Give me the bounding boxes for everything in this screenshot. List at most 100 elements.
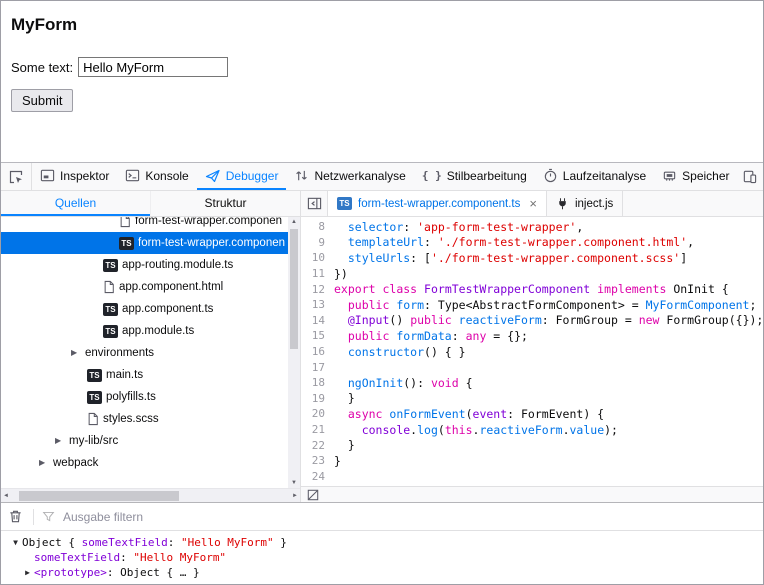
- line-number[interactable]: 24: [301, 470, 334, 483]
- toolbar-tab-stilbearbeitung[interactable]: { }Stilbearbeitung: [414, 163, 535, 190]
- tree-item-webpack[interactable]: ▶webpack: [1, 452, 300, 474]
- tree-item-environments[interactable]: ▶environments: [1, 342, 300, 364]
- collapse-sources-panel-icon[interactable]: [301, 191, 328, 216]
- editor-tab-label: inject.js: [575, 198, 613, 210]
- toolbar-tab-debugger[interactable]: Debugger: [197, 163, 287, 190]
- twisty-icon[interactable]: ▶: [71, 349, 81, 357]
- line-number[interactable]: 23: [301, 454, 334, 467]
- tree-item-polyfills-ts[interactable]: TSpolyfills.ts: [1, 386, 300, 408]
- debugger-panel: QuellenStruktur form-test-wrapper.compon…: [1, 191, 763, 502]
- toolbar-tab-inspektor[interactable]: Inspektor: [32, 163, 117, 190]
- responsive-design-icon[interactable]: [738, 169, 762, 184]
- code-token: [334, 220, 348, 234]
- toolbar-tab-label: Konsole: [145, 169, 188, 183]
- line-number[interactable]: 16: [301, 345, 334, 358]
- pick-element-icon[interactable]: [1, 163, 32, 190]
- line-number[interactable]: 21: [301, 423, 334, 436]
- toolbar-tab-speicher[interactable]: Speicher: [654, 163, 737, 190]
- line-number[interactable]: 17: [301, 361, 334, 374]
- code-token: reactiveForm: [479, 423, 562, 437]
- editor-tab-label: form-test-wrapper.component.ts: [358, 198, 520, 210]
- code-token: :: [424, 235, 438, 249]
- line-number[interactable]: 12: [301, 283, 334, 296]
- code-text: ngOnInit(): void {: [334, 376, 473, 390]
- line-number[interactable]: 8: [301, 220, 334, 233]
- tree-item-styles-scss[interactable]: styles.scss: [1, 408, 300, 430]
- ignore-source-icon[interactable]: [307, 489, 319, 501]
- line-number[interactable]: 15: [301, 329, 334, 342]
- console-filter-input[interactable]: [61, 509, 365, 525]
- line-number[interactable]: 13: [301, 298, 334, 311]
- line-number[interactable]: 22: [301, 439, 334, 452]
- console-row[interactable]: someTextField: "Hello MyForm": [5, 550, 763, 565]
- line-number[interactable]: 11: [301, 267, 334, 280]
- code-token: [334, 345, 348, 359]
- code-token: FormGroup({});: [659, 313, 763, 327]
- close-icon[interactable]: ×: [529, 197, 537, 210]
- tree-item-app-routing-module-ts[interactable]: TSapp-routing.module.ts: [1, 254, 300, 276]
- code-token: [334, 235, 348, 249]
- console-output: ▼Object { someTextField: "Hello MyForm" …: [1, 531, 763, 584]
- console-token: <prototype>: [34, 566, 107, 579]
- twisty-icon[interactable]: ▶: [39, 459, 49, 467]
- code-text: }: [334, 454, 341, 468]
- network-icon: [294, 168, 309, 183]
- line-number[interactable]: 20: [301, 407, 334, 420]
- code-text: constructor() { }: [334, 345, 466, 359]
- twisty-icon[interactable]: ▼: [9, 539, 22, 547]
- code-token: styleUrls: [348, 251, 410, 265]
- code-view[interactable]: 8 selector: 'app-form-test-wrapper',9 te…: [301, 217, 763, 486]
- code-line: 21 console.log(this.reactiveForm.value);: [301, 422, 763, 438]
- scroll-left-icon[interactable]: ◄: [3, 493, 9, 499]
- sources-tab-struktur[interactable]: Struktur: [150, 191, 300, 216]
- code-token: public: [410, 313, 452, 327]
- code-token: : FormEvent) {: [507, 407, 604, 421]
- code-token: any: [466, 329, 487, 343]
- editor-tab-inject-js[interactable]: inject.js: [547, 191, 623, 216]
- line-number[interactable]: 19: [301, 392, 334, 405]
- line-number[interactable]: 10: [301, 251, 334, 264]
- line-number[interactable]: 14: [301, 314, 334, 327]
- code-token: [334, 251, 348, 265]
- code-line: 13 public form: Type<AbstractFormCompone…: [301, 297, 763, 313]
- toolbar-tab-laufzeitanalyse[interactable]: Laufzeitanalyse: [535, 163, 654, 190]
- line-number[interactable]: 9: [301, 236, 334, 249]
- code-token: log: [417, 423, 438, 437]
- twisty-icon[interactable]: ▶: [21, 569, 34, 577]
- code-token: 'app-form-test-wrapper': [417, 220, 576, 234]
- console-panel: ▼Object { someTextField: "Hello MyForm" …: [1, 502, 763, 584]
- editor-tab-form-test-wrapper-component-ts[interactable]: TS form-test-wrapper.component.ts ×: [328, 191, 547, 216]
- clear-console-icon[interactable]: [1, 509, 29, 524]
- toolbar-tab-netzwerkanalyse[interactable]: Netzwerkanalyse: [286, 163, 413, 190]
- code-token: [334, 329, 348, 343]
- tree-vertical-scrollbar[interactable]: ▲ ▼: [288, 217, 300, 488]
- tree-item-app-component-ts[interactable]: TSapp.component.ts: [1, 298, 300, 320]
- code-token: }): [334, 267, 348, 281]
- tree-item-app-component-html[interactable]: app.component.html: [1, 276, 300, 298]
- code-token: './form-test-wrapper.component.html': [438, 235, 687, 249]
- console-row[interactable]: ▶<prototype>: Object { … }: [5, 565, 763, 580]
- debugger-icon: [205, 168, 221, 184]
- line-number[interactable]: 18: [301, 376, 334, 389]
- scroll-down-icon[interactable]: ▼: [291, 480, 297, 486]
- console-row[interactable]: ▼Object { someTextField: "Hello MyForm" …: [5, 535, 763, 550]
- scroll-up-icon[interactable]: ▲: [291, 219, 297, 225]
- code-token: [417, 282, 424, 296]
- code-token: [334, 313, 348, 327]
- submit-button[interactable]: Submit: [11, 89, 73, 112]
- twisty-icon[interactable]: ▶: [55, 437, 65, 445]
- tree-item-main-ts[interactable]: TSmain.ts: [1, 364, 300, 386]
- code-token: :: [452, 329, 466, 343]
- some-text-input[interactable]: [78, 57, 228, 77]
- scrollbar-thumb[interactable]: [290, 229, 298, 349]
- tree-item-my-lib-src[interactable]: ▶my-lib/src: [1, 430, 300, 452]
- tree-item-app-module-ts[interactable]: TSapp.module.ts: [1, 320, 300, 342]
- ts-file-icon: TS: [337, 197, 352, 210]
- toolbar-tab-konsole[interactable]: Konsole: [117, 163, 196, 190]
- tree-item-form-test-wrapper-componen[interactable]: TSform-test-wrapper.componen: [1, 232, 300, 254]
- tree-horizontal-scrollbar[interactable]: ◄ ►: [1, 488, 300, 502]
- sources-tab-quellen[interactable]: Quellen: [1, 191, 150, 216]
- scrollbar-thumb[interactable]: [19, 491, 179, 501]
- tree-item-form-test-wrapper-componen[interactable]: form-test-wrapper.componen: [1, 217, 300, 232]
- scroll-right-icon[interactable]: ►: [292, 493, 298, 499]
